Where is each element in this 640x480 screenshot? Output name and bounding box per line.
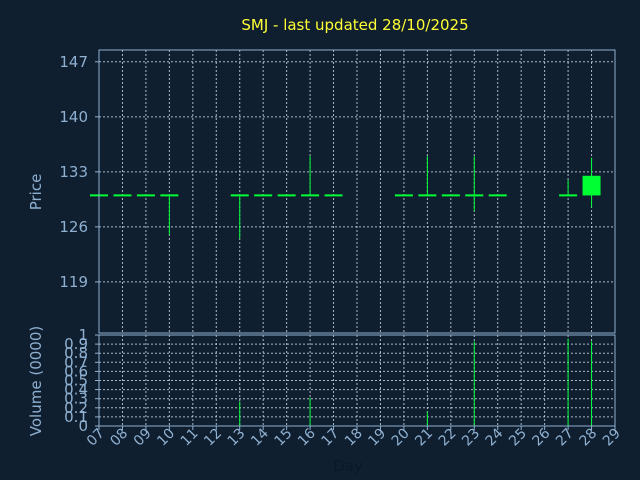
chart-title: SMJ - last updated 28/10/2025	[241, 16, 468, 34]
price-y-tick-label: 133	[59, 163, 88, 181]
volume-axis-label: Volume (0000)	[27, 326, 45, 436]
x-tick-label: 26	[530, 425, 554, 449]
x-tick-label: 15	[272, 426, 296, 450]
price-y-tick-label: 126	[59, 218, 88, 236]
candles	[90, 156, 601, 239]
chart-stage: SMJ - last updated 28/10/2025 119 126 133 1…	[0, 0, 640, 480]
x-tick-label: 20	[389, 426, 413, 450]
x-tick-label: 09	[131, 426, 155, 450]
x-tick-label: 12	[201, 426, 225, 450]
x-tick-label: 11	[178, 426, 202, 450]
x-tick-label: 29	[600, 426, 624, 450]
x-tick-label: 08	[107, 426, 131, 450]
x-axis-label: Day	[333, 457, 363, 475]
price-y-tick-label: 140	[59, 108, 88, 126]
candle-body	[582, 175, 601, 196]
x-tick-label: 22	[436, 426, 460, 450]
x-tick-label: 10	[154, 426, 178, 450]
price-y-ticks: 119 126 133 140 147	[59, 53, 99, 291]
x-tick-label: 27	[553, 426, 577, 450]
x-tick-label: 16	[295, 425, 319, 449]
x-tick-label: 19	[365, 426, 389, 450]
volume-grid	[98, 334, 616, 427]
x-tick-label: 24	[483, 425, 507, 449]
x-ticks: 07 08 09 10 11 12 13 14 15 16 17 18 19 20 21 22 23 24 25 26…	[84, 425, 624, 449]
x-tick-label: 13	[225, 426, 249, 450]
x-tick-label: 21	[412, 426, 436, 450]
price-axis-label: Price	[27, 174, 45, 211]
volume-y-tick-label: 1	[78, 326, 88, 344]
x-tick-label: 25	[506, 426, 530, 450]
chart-canvas: SMJ - last updated 28/10/2025 1191261331…	[27, 16, 624, 475]
volume-bars	[239, 338, 593, 426]
x-tick-label: 14	[248, 425, 272, 449]
price-y-tick-label: 119	[59, 273, 88, 291]
x-tick-label: 17	[318, 426, 342, 450]
x-tick-label: 18	[342, 426, 366, 450]
x-tick-label: 23	[459, 426, 483, 450]
volume-y-ticks: 00.10.20.30.40.50.60.70.80.91	[64, 326, 99, 435]
price-y-tick-label: 147	[59, 53, 88, 71]
price-grid	[98, 50, 616, 333]
x-tick-label: 28	[576, 426, 600, 450]
